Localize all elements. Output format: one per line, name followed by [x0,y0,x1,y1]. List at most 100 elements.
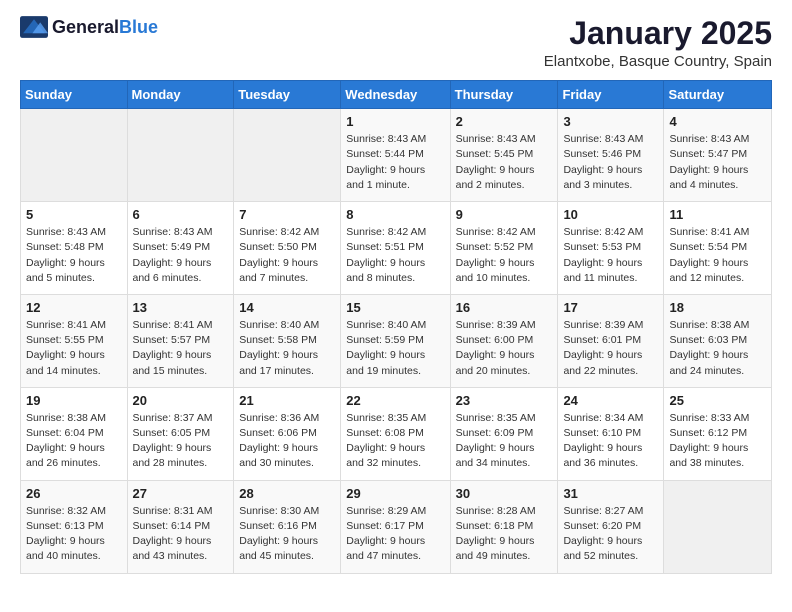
col-header-sunday: Sunday [21,81,128,109]
day-number: 1 [346,114,444,129]
day-info: Sunrise: 8:30 AMSunset: 6:16 PMDaylight:… [239,504,335,565]
calendar-cell: 14 Sunrise: 8:40 AMSunset: 5:58 PMDayligh… [234,294,341,387]
calendar-cell: 27Sunrise: 8:31 AMSunset: 6:14 PMDayligh… [127,480,234,573]
day-number: 18 [669,300,766,315]
day-number: 8 [346,207,444,222]
day-number: 23 [456,393,553,408]
day-number: 12 [26,300,122,315]
day-number: 2 [456,114,553,129]
calendar-cell: 12 Sunrise: 8:41 AMSunset: 5:55 PMDayligh… [21,294,128,387]
day-info: Sunrise: 8:38 AMSunset: 6:03 PMDaylight:… [669,318,766,379]
day-number: 9 [456,207,553,222]
page: GeneralBlue January 2025 Elantxobe, Basq… [0,0,792,594]
day-info: Sunrise: 8:43 AMSunset: 5:47 PMDaylight:… [669,132,766,193]
calendar-cell: 20 Sunrise: 8:37 AMSunset: 6:05 PMDayligh… [127,387,234,480]
day-number: 29 [346,486,444,501]
calendar-week-4: 19 Sunrise: 8:38 AMSunset: 6:04 PMDayligh… [21,387,772,480]
calendar-cell: 6 Sunrise: 8:43 AMSunset: 5:49 PMDaylight… [127,202,234,295]
day-info: Sunrise: 8:41 AMSunset: 5:55 PMDaylight:… [26,318,122,379]
calendar-cell: 1 Sunrise: 8:43 AMSunset: 5:44 PMDaylight… [341,109,450,202]
day-info: Sunrise: 8:43 AMSunset: 5:45 PMDaylight:… [456,132,553,193]
calendar-cell: 18 Sunrise: 8:38 AMSunset: 6:03 PMDayligh… [664,294,772,387]
day-info: Sunrise: 8:34 AMSunset: 6:10 PMDaylight:… [563,411,658,472]
calendar-cell: 3 Sunrise: 8:43 AMSunset: 5:46 PMDaylight… [558,109,664,202]
calendar-week-1: 1 Sunrise: 8:43 AMSunset: 5:44 PMDaylight… [21,109,772,202]
calendar-cell: 7Sunrise: 8:42 AMSunset: 5:50 PMDaylight… [234,202,341,295]
day-info: Sunrise: 8:33 AMSunset: 6:12 PMDaylight:… [669,411,766,472]
calendar-cell: 11Sunrise: 8:41 AMSunset: 5:54 PMDayligh… [664,202,772,295]
logo-icon [20,16,48,38]
day-number: 25 [669,393,766,408]
day-number: 24 [563,393,658,408]
day-info: Sunrise: 8:36 AMSunset: 6:06 PMDaylight:… [239,411,335,472]
day-number: 27 [133,486,229,501]
calendar-cell: 9 Sunrise: 8:42 AMSunset: 5:52 PMDaylight… [450,202,558,295]
day-info: Sunrise: 8:29 AMSunset: 6:17 PMDaylight:… [346,504,444,565]
calendar-week-3: 12 Sunrise: 8:41 AMSunset: 5:55 PMDayligh… [21,294,772,387]
day-info: Sunrise: 8:38 AMSunset: 6:04 PMDaylight:… [26,411,122,472]
calendar-cell: 28Sunrise: 8:30 AMSunset: 6:16 PMDayligh… [234,480,341,573]
calendar-cell: 16 Sunrise: 8:39 AMSunset: 6:00 PMDayligh… [450,294,558,387]
day-info: Sunrise: 8:43 AMSunset: 5:46 PMDaylight:… [563,132,658,193]
calendar-cell: 22 Sunrise: 8:35 AMSunset: 6:08 PMDayligh… [341,387,450,480]
calendar-cell: 13 Sunrise: 8:41 AMSunset: 5:57 PMDayligh… [127,294,234,387]
day-info: Sunrise: 8:35 AMSunset: 6:08 PMDaylight:… [346,411,444,472]
calendar-cell: 21 Sunrise: 8:36 AMSunset: 6:06 PMDayligh… [234,387,341,480]
calendar-table: SundayMondayTuesdayWednesdayThursdayFrid… [20,80,772,573]
day-info: Sunrise: 8:39 AMSunset: 6:00 PMDaylight:… [456,318,553,379]
calendar-header-row: SundayMondayTuesdayWednesdayThursdayFrid… [21,81,772,109]
day-info: Sunrise: 8:41 AMSunset: 5:57 PMDaylight:… [133,318,229,379]
day-number: 11 [669,207,766,222]
calendar-cell: 10Sunrise: 8:42 AMSunset: 5:53 PMDayligh… [558,202,664,295]
calendar-cell [664,480,772,573]
calendar-cell: 15Sunrise: 8:40 AMSunset: 5:59 PMDayligh… [341,294,450,387]
logo-blue: Blue [119,17,158,37]
day-number: 6 [133,207,229,222]
location-subtitle: Elantxobe, Basque Country, Spain [544,53,772,70]
day-number: 16 [456,300,553,315]
calendar-cell: 8 Sunrise: 8:42 AMSunset: 5:51 PMDaylight… [341,202,450,295]
logo-general: General [52,17,119,37]
calendar-cell [127,109,234,202]
day-info: Sunrise: 8:42 AMSunset: 5:51 PMDaylight:… [346,225,444,286]
day-info: Sunrise: 8:32 AMSunset: 6:13 PMDaylight:… [26,504,122,565]
calendar-week-5: 26Sunrise: 8:32 AMSunset: 6:13 PMDayligh… [21,480,772,573]
day-number: 22 [346,393,444,408]
col-header-thursday: Thursday [450,81,558,109]
day-number: 13 [133,300,229,315]
day-info: Sunrise: 8:28 AMSunset: 6:18 PMDaylight:… [456,504,553,565]
col-header-tuesday: Tuesday [234,81,341,109]
day-info: Sunrise: 8:43 AMSunset: 5:49 PMDaylight:… [133,225,229,286]
header: GeneralBlue January 2025 Elantxobe, Basq… [20,16,772,70]
day-info: Sunrise: 8:35 AMSunset: 6:09 PMDaylight:… [456,411,553,472]
day-number: 20 [133,393,229,408]
logo: GeneralBlue [20,16,158,38]
day-number: 15 [346,300,444,315]
col-header-friday: Friday [558,81,664,109]
calendar-cell: 5Sunrise: 8:43 AMSunset: 5:48 PMDaylight… [21,202,128,295]
day-number: 3 [563,114,658,129]
calendar-cell [21,109,128,202]
day-number: 30 [456,486,553,501]
day-number: 10 [563,207,658,222]
day-number: 17 [563,300,658,315]
calendar-cell: 25 Sunrise: 8:33 AMSunset: 6:12 PMDayligh… [664,387,772,480]
day-info: Sunrise: 8:42 AMSunset: 5:52 PMDaylight:… [456,225,553,286]
calendar-cell: 31 Sunrise: 8:27 AMSunset: 6:20 PMDayligh… [558,480,664,573]
day-number: 21 [239,393,335,408]
day-number: 14 [239,300,335,315]
calendar-cell: 2 Sunrise: 8:43 AMSunset: 5:45 PMDaylight… [450,109,558,202]
day-number: 19 [26,393,122,408]
day-info: Sunrise: 8:27 AMSunset: 6:20 PMDaylight:… [563,504,658,565]
day-number: 31 [563,486,658,501]
col-header-wednesday: Wednesday [341,81,450,109]
day-info: Sunrise: 8:37 AMSunset: 6:05 PMDaylight:… [133,411,229,472]
day-info: Sunrise: 8:40 AMSunset: 5:58 PMDaylight:… [239,318,335,379]
day-info: Sunrise: 8:43 AMSunset: 5:44 PMDaylight:… [346,132,444,193]
calendar-cell: 24 Sunrise: 8:34 AMSunset: 6:10 PMDayligh… [558,387,664,480]
calendar-cell: 26Sunrise: 8:32 AMSunset: 6:13 PMDayligh… [21,480,128,573]
calendar-cell: 23 Sunrise: 8:35 AMSunset: 6:09 PMDayligh… [450,387,558,480]
calendar-cell: 17Sunrise: 8:39 AMSunset: 6:01 PMDayligh… [558,294,664,387]
calendar-cell: 19 Sunrise: 8:38 AMSunset: 6:04 PMDayligh… [21,387,128,480]
calendar-cell: 29 Sunrise: 8:29 AMSunset: 6:17 PMDayligh… [341,480,450,573]
